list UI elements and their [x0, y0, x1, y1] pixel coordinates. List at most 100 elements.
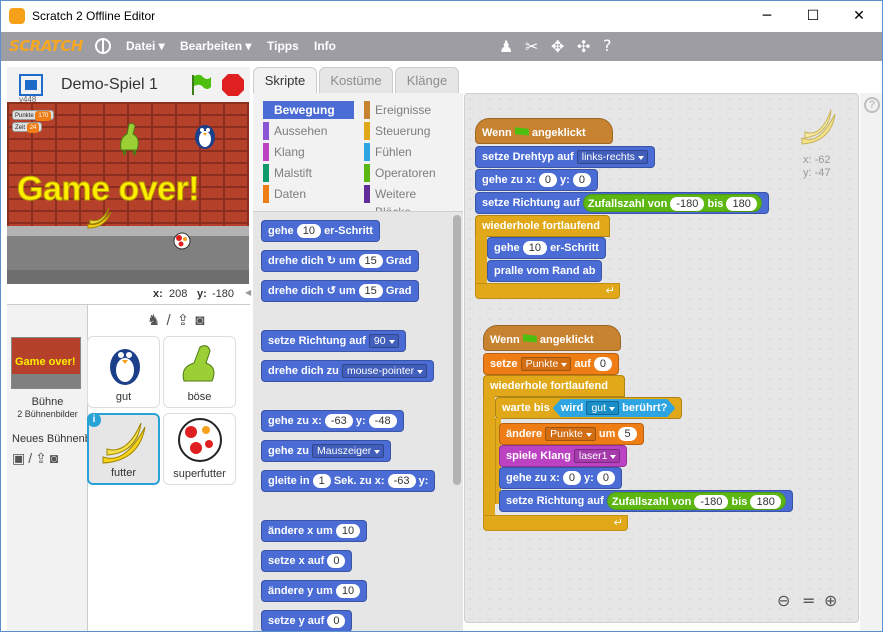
- stage-section: Game over! Bühne 2 Bühnenbilder Neues Bü…: [7, 305, 88, 631]
- maximize-button[interactable]: ☐: [790, 1, 836, 32]
- sprite-pane: Game over! Bühne 2 Bühnenbilder Neues Bü…: [7, 304, 250, 631]
- minimize-button[interactable]: ─: [744, 1, 790, 32]
- help-icon[interactable]: ?: [864, 97, 880, 113]
- palette-scrollbar[interactable]: [453, 215, 461, 485]
- grow-icon[interactable]: ✥: [551, 37, 564, 56]
- sprite-thumb-superfutter[interactable]: superfutter: [163, 413, 236, 485]
- dinosaur-sprite[interactable]: [115, 120, 145, 156]
- zoom-reset-icon[interactable]: =: [802, 591, 815, 610]
- block-play-sound[interactable]: spiele Klang laser1: [499, 445, 628, 467]
- block-set-x[interactable]: setze x auf 0: [261, 550, 353, 572]
- loop-arrow-icon: ↵: [605, 285, 615, 297]
- category-data[interactable]: Daten: [263, 185, 354, 203]
- camera-backdrop-icon[interactable]: ◙: [50, 450, 61, 466]
- category-motion[interactable]: Bewegung: [263, 101, 354, 119]
- right-help-strip: ?: [860, 93, 882, 631]
- block-turn-right[interactable]: drehe dich ↻ um 15 Grad: [261, 250, 419, 272]
- stop-sign-icon[interactable]: [221, 73, 245, 97]
- block-point-direction[interactable]: setze Richtung auf 90: [261, 330, 406, 352]
- category-more-blocks[interactable]: Weitere Blöcke: [364, 185, 455, 219]
- block-goto-xy[interactable]: gehe zu x: -63 y: -48: [261, 410, 404, 432]
- superfood-ball-sprite[interactable]: [173, 232, 191, 250]
- category-operators[interactable]: Operatoren: [364, 164, 455, 182]
- fullscreen-icon[interactable]: [19, 74, 43, 96]
- sprite-y-readout: y: -47: [803, 167, 831, 179]
- when-flag-clicked-hat[interactable]: Wenn angeklickt: [483, 325, 621, 351]
- green-flag-icon[interactable]: [190, 73, 212, 97]
- when-flag-clicked-hat[interactable]: Wenn angeklickt: [475, 118, 613, 144]
- category-events[interactable]: Ereignisse: [364, 101, 455, 119]
- delete-scissors-icon[interactable]: ✂: [525, 37, 538, 56]
- variable-monitor-points: Punkte 170: [12, 110, 55, 121]
- menu-tips[interactable]: Tipps: [267, 39, 299, 53]
- stage-thumbnail[interactable]: Game over!: [11, 337, 81, 389]
- block-point-in-direction[interactable]: setze Richtung auf Zufallszahl von -180 …: [499, 490, 793, 512]
- stage-header: Demo-Spiel 1 v448: [7, 67, 250, 104]
- tab-scripts[interactable]: Skripte: [253, 67, 317, 95]
- block-bounce-on-edge[interactable]: pralle vom Rand ab: [487, 260, 603, 282]
- camera-sprite-icon[interactable]: ◙: [195, 312, 210, 329]
- block-move[interactable]: gehe 10 er-Schritt: [261, 220, 380, 242]
- sprite-x-readout: x: -62: [803, 154, 831, 166]
- forever-loop[interactable]: wiederhole fortlaufend: [475, 215, 610, 237]
- sprite-thumb-gut[interactable]: gut: [87, 336, 160, 408]
- sprite-thumb-futter[interactable]: i futter: [87, 413, 160, 485]
- upload-sprite-icon[interactable]: ⇪: [177, 312, 196, 329]
- block-change-y[interactable]: ändere y um 10: [261, 580, 368, 602]
- scripts-area[interactable]: x: -62 y: -47 Wenn angeklickt setze Dreh…: [464, 93, 859, 623]
- paint-backdrop-icon[interactable]: ▣: [12, 450, 28, 466]
- random-reporter[interactable]: Zufallszahl von -180 bis 180: [606, 492, 786, 511]
- block-goto-xy[interactable]: gehe zu x: 0 y: 0: [499, 467, 623, 489]
- touching-reporter[interactable]: wird gut berührt?: [553, 399, 676, 417]
- upload-backdrop-icon[interactable]: ⇪: [35, 450, 50, 466]
- block-set-y[interactable]: setze y auf 0: [261, 610, 353, 631]
- penguin-sprite[interactable]: [193, 120, 217, 150]
- block-glide[interactable]: gleite in 1 Sek. zu x: -63 y:: [261, 470, 436, 492]
- variable-monitor-time: Zeit 24: [12, 122, 43, 133]
- block-change-x[interactable]: ändere x um 10: [261, 520, 368, 542]
- tab-sounds[interactable]: Klänge: [395, 67, 459, 94]
- zoom-in-icon[interactable]: ⊕: [824, 591, 837, 610]
- block-set-variable[interactable]: setze Punkte auf 0: [483, 353, 620, 375]
- sprite-thumb-boese[interactable]: böse: [163, 336, 236, 408]
- category-looks[interactable]: Aussehen: [263, 122, 354, 140]
- duplicate-stamp-icon[interactable]: ♟: [499, 37, 513, 56]
- project-title[interactable]: Demo-Spiel 1: [61, 76, 158, 94]
- forever-loop[interactable]: wiederhole fortlaufend: [483, 375, 625, 397]
- block-move[interactable]: gehe 10 er-Schritt: [487, 237, 606, 259]
- tab-costumes[interactable]: Kostüme: [319, 67, 393, 94]
- block-wait-until[interactable]: warte bis wird gut berührt?: [495, 397, 683, 419]
- zoom-out-icon[interactable]: ⊖: [777, 591, 790, 610]
- block-categories: Bewegung Ereignisse Aussehen Steuerung K…: [253, 93, 463, 219]
- random-reporter[interactable]: Zufallszahl von -180 bis 180: [582, 194, 762, 213]
- block-turn-left[interactable]: drehe dich ↺ um 15 Grad: [261, 280, 419, 302]
- stage-label: Bühne: [31, 396, 64, 408]
- language-globe-icon[interactable]: [95, 38, 111, 54]
- collapse-arrow-icon[interactable]: ◀: [245, 288, 251, 300]
- block-help-icon[interactable]: ?: [603, 36, 612, 55]
- menu-info[interactable]: Info: [314, 39, 336, 53]
- category-sensing[interactable]: Fühlen: [364, 143, 455, 161]
- block-point-in-direction[interactable]: setze Richtung auf Zufallszahl von -180 …: [475, 192, 769, 214]
- category-pen[interactable]: Malstift: [263, 164, 354, 182]
- block-set-rotation-style[interactable]: setze Drehtyp auf links-rechts: [475, 146, 655, 168]
- block-goto-xy[interactable]: gehe zu x: 0 y: 0: [475, 169, 599, 191]
- category-sound[interactable]: Klang: [263, 143, 354, 161]
- banana-sprite[interactable]: [85, 206, 115, 230]
- paint-sprite-icon[interactable]: /: [166, 312, 176, 329]
- close-button[interactable]: ✕: [836, 1, 882, 32]
- block-change-variable[interactable]: ändere Punkte um 5: [499, 423, 644, 445]
- stage-canvas[interactable]: Punkte 170 Zeit 24 Game over!: [7, 102, 249, 284]
- menu-file[interactable]: Datei ▾: [126, 39, 165, 53]
- new-backdrop-tools: ▣/⇪◙: [12, 450, 61, 467]
- shrink-icon[interactable]: ✣: [577, 37, 590, 56]
- block-goto[interactable]: gehe zu Mauszeiger: [261, 440, 392, 462]
- title-bar: Scratch 2 Offline Editor ─ ☐ ✕: [1, 1, 882, 32]
- forever-loop-arm: [475, 236, 487, 284]
- scratch-logo[interactable]: SCRATCH: [9, 37, 83, 55]
- stage-backdrops-count: 2 Bühnenbilder: [17, 409, 78, 419]
- menu-edit[interactable]: Bearbeiten ▾: [180, 39, 251, 53]
- category-control[interactable]: Steuerung: [364, 122, 455, 140]
- sprite-library-icon[interactable]: ♞: [147, 312, 166, 329]
- block-point-towards[interactable]: drehe dich zu mouse-pointer: [261, 360, 435, 382]
